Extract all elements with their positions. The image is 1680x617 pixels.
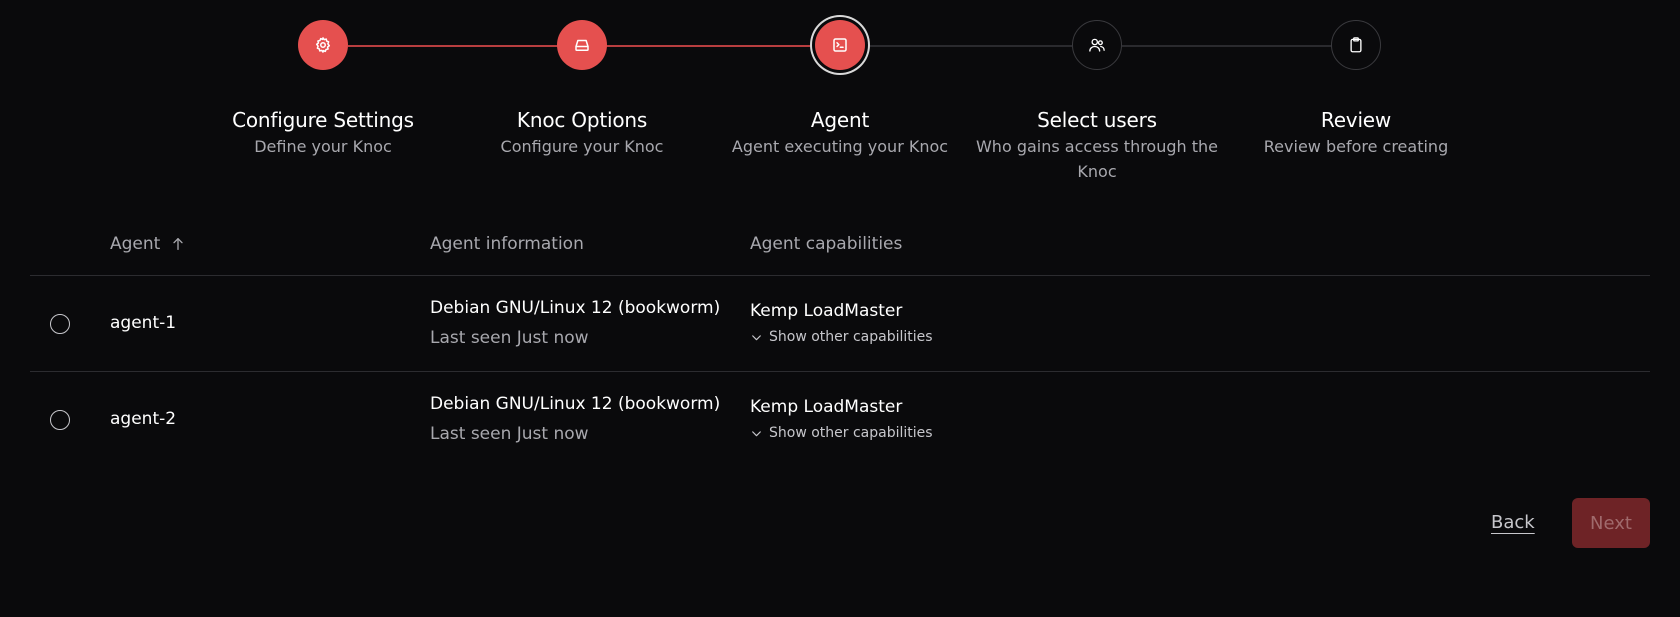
step-title: Knoc Options — [516, 108, 648, 132]
chevron-down-icon — [752, 334, 761, 340]
show-other-capabilities-toggle[interactable]: Show other capabilities — [750, 329, 933, 345]
show-other-capabilities-toggle[interactable]: Show other capabilities — [750, 425, 933, 441]
step-title: Agent — [810, 108, 870, 132]
agent-name: agent-1 — [110, 313, 177, 333]
agent-select-radio[interactable] — [50, 314, 70, 334]
step-subtitle: Agent executing your Knoc — [731, 137, 949, 156]
step-select-users[interactable] — [1072, 20, 1122, 70]
step-select-users-text: Select users Who gains access through th… — [962, 106, 1232, 184]
chevron-down-icon — [752, 430, 761, 436]
create-knoc-wizard: Configure Settings Define your Knoc Knoc… — [0, 0, 1680, 617]
step-title: Select users — [1037, 108, 1157, 132]
agent-last-seen: Last seen Just now — [430, 424, 589, 444]
step-configure-settings[interactable] — [298, 20, 348, 70]
column-header-label: Agent capabilities — [750, 234, 903, 254]
stepper-connector-todo — [1122, 45, 1332, 47]
step-agent[interactable] — [815, 20, 865, 70]
agent-os: Debian GNU/Linux 12 (bookworm) — [430, 394, 721, 414]
agent-os: Debian GNU/Linux 12 (bookworm) — [430, 298, 721, 318]
sort-ascending-icon[interactable] — [170, 236, 186, 252]
column-header-agent-capabilities: Agent capabilities — [750, 234, 902, 254]
clipboard-icon — [1350, 37, 1362, 53]
agent-select-radio[interactable] — [50, 410, 70, 430]
column-header-label: Agent information — [430, 234, 584, 254]
step-knoc-options[interactable] — [557, 20, 607, 70]
agent-last-seen: Last seen Just now — [430, 328, 589, 348]
table-header: Agent Agent information Agent capabiliti… — [30, 230, 1650, 276]
step-title: Review — [1320, 108, 1392, 132]
step-subtitle: Define your Knoc — [254, 137, 392, 156]
column-header-agent-information: Agent information — [430, 234, 584, 254]
show-other-capabilities-label: Show other capabilities — [769, 425, 933, 441]
stepper-connector-done — [606, 45, 818, 47]
step-review[interactable] — [1331, 20, 1381, 70]
table-row[interactable]: agent-1 Debian GNU/Linux 12 (bookworm) L… — [30, 276, 1650, 372]
back-button[interactable]: Back — [1491, 512, 1535, 533]
show-other-capabilities-label: Show other capabilities — [769, 329, 933, 345]
step-title: Configure Settings — [232, 108, 414, 132]
agent-capability: Kemp LoadMaster — [750, 301, 903, 321]
agent-name: agent-2 — [110, 409, 177, 429]
agent-table: Agent Agent information Agent capabiliti… — [30, 230, 1650, 468]
users-icon — [1089, 38, 1105, 52]
step-configure-settings-text: Configure Settings Define your Knoc — [188, 106, 458, 159]
step-subtitle: Who gains access through the Knoc — [975, 137, 1218, 181]
step-knoc-options-text: Knoc Options Configure your Knoc — [447, 106, 717, 159]
stepper-connector-done — [348, 45, 560, 47]
step-subtitle: Review before creating — [1263, 137, 1449, 156]
step-agent-text: Agent Agent executing your Knoc — [705, 106, 975, 159]
table-row[interactable]: agent-2 Debian GNU/Linux 12 (bookworm) L… — [30, 372, 1650, 468]
step-subtitle: Configure your Knoc — [500, 137, 664, 156]
gear-icon — [315, 37, 331, 53]
column-header-agent[interactable]: Agent — [110, 234, 186, 254]
agent-capability: Kemp LoadMaster — [750, 397, 903, 417]
next-button[interactable]: Next — [1572, 498, 1650, 548]
column-header-label: Agent — [110, 234, 161, 254]
terminal-icon — [833, 38, 847, 52]
drive-icon — [575, 39, 589, 51]
step-review-text: Review Review before creating — [1221, 106, 1491, 159]
stepper-connector-todo — [866, 45, 1072, 47]
